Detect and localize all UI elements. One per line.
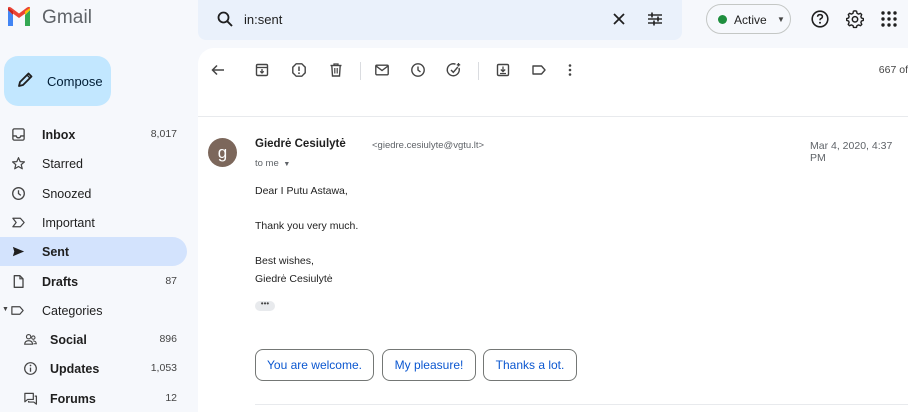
label-icon[interactable] [531, 62, 547, 78]
gmail-logo-area[interactable]: Gmail [0, 0, 200, 40]
sidebar-item-important[interactable]: Important [0, 208, 187, 237]
sidebar-item-categories[interactable]: ▼ Categories [0, 296, 187, 325]
send-icon [10, 243, 27, 260]
draft-icon [10, 273, 27, 290]
sidebar-item-label: Starred [42, 157, 83, 172]
draft-count: 87 [165, 274, 177, 287]
move-to-icon[interactable] [495, 62, 511, 78]
search-options-icon[interactable] [646, 10, 664, 28]
smart-reply-chip[interactable]: My pleasure! [382, 349, 476, 381]
sidebar-item-snoozed[interactable]: Snoozed [0, 179, 187, 208]
sidebar-item-drafts[interactable]: Drafts 87 [0, 267, 187, 296]
avatar[interactable]: g [208, 138, 237, 167]
delete-icon[interactable] [328, 62, 344, 78]
sidebar-item-label: Categories [42, 303, 103, 318]
body-text: Thank you very much. [255, 220, 359, 232]
gmail-wordmark: Gmail [42, 7, 93, 28]
recipient-details-toggle[interactable]: to me ▼ [255, 158, 290, 169]
forum-icon [22, 390, 39, 407]
header-divider [198, 116, 908, 117]
expand-caret-icon[interactable]: ▼ [2, 306, 9, 313]
people-icon [22, 331, 39, 348]
sidebar-item-inbox[interactable]: Inbox 8,017 [0, 120, 187, 149]
sidebar-item-label: Inbox [42, 128, 76, 142]
sender-name[interactable]: Giedrė Cesiulytė [255, 138, 346, 150]
more-options-icon[interactable] [562, 62, 578, 78]
sidebar-item-label: Snoozed [42, 186, 92, 201]
message-date: Mar 4, 2020, 4:37 PM [810, 140, 893, 164]
show-trimmed-content-icon[interactable]: ••• [255, 300, 275, 311]
sidebar-item-label: Updates [50, 362, 100, 377]
unread-count: 896 [159, 333, 177, 346]
status-label: Active [734, 13, 767, 27]
mark-unread-icon[interactable] [374, 62, 390, 78]
search-input[interactable]: in:sent [244, 12, 282, 27]
sidebar-item-label: Drafts [42, 274, 79, 289]
chevron-down-icon: ▼ [281, 161, 291, 168]
unread-count: 12 [165, 391, 177, 404]
clock-icon [10, 185, 27, 202]
sidebar-item-label: Social [50, 333, 87, 348]
compose-label: Compose [47, 74, 103, 89]
archive-icon[interactable] [254, 62, 270, 78]
pencil-icon [18, 72, 33, 87]
sidebar-item-label: Sent [42, 245, 70, 260]
sidebar-item-sent[interactable]: Sent [0, 237, 187, 267]
status-dropdown[interactable]: Active ▼ [706, 4, 791, 34]
search-icon[interactable] [216, 10, 234, 28]
message-divider [255, 404, 908, 405]
clear-search-icon[interactable] [610, 10, 628, 28]
sender-email: <giedre.cesiulyte@vgtu.lt> [372, 140, 485, 151]
sidebar-item-label: Forums [50, 391, 96, 406]
body-closing: Best wishes, [255, 255, 314, 267]
gear-icon[interactable] [845, 9, 865, 29]
sidebar-item-starred[interactable]: Starred [0, 149, 187, 178]
status-dot-icon [718, 15, 727, 24]
sidebar-item-social[interactable]: Social 896 [0, 325, 187, 354]
body-greeting: Dear I Putu Astawa, [255, 185, 348, 197]
unread-count: 1,053 [150, 362, 177, 375]
gmail-logo-icon[interactable] [6, 6, 32, 28]
smart-reply-chip[interactable]: You are welcome. [255, 349, 374, 381]
body-signature: Giedrė Cesiulytė [255, 273, 333, 285]
report-spam-icon[interactable] [291, 62, 307, 78]
toolbar-divider [360, 62, 361, 80]
important-icon [10, 214, 27, 231]
unread-count: 8,017 [150, 128, 177, 140]
smart-reply-chip[interactable]: Thanks a lot. [483, 349, 577, 381]
back-arrow-icon[interactable] [210, 62, 226, 78]
label-icon [9, 302, 26, 319]
message-view: 667 of g Giedrė Cesiulytė <giedre.cesiul… [198, 48, 908, 412]
inbox-icon [10, 126, 27, 143]
help-icon[interactable] [810, 9, 830, 29]
sidebar-item-updates[interactable]: Updates 1,053 [0, 354, 187, 383]
apps-grid-icon[interactable] [879, 9, 899, 29]
pagination-label: 667 of [878, 64, 908, 76]
add-task-icon[interactable] [446, 62, 462, 78]
recipient-label: to me [255, 158, 279, 169]
snooze-clock-icon[interactable] [410, 62, 426, 78]
sidebar-item-forums[interactable]: Forums 12 [0, 384, 187, 412]
chevron-down-icon: ▼ [777, 15, 785, 24]
compose-button[interactable]: Compose [4, 56, 111, 106]
info-icon [22, 360, 39, 377]
search-bar[interactable]: in:sent [198, 0, 682, 40]
sidebar-item-label: Important [42, 215, 95, 230]
star-icon [10, 155, 27, 172]
toolbar-divider [478, 62, 479, 80]
